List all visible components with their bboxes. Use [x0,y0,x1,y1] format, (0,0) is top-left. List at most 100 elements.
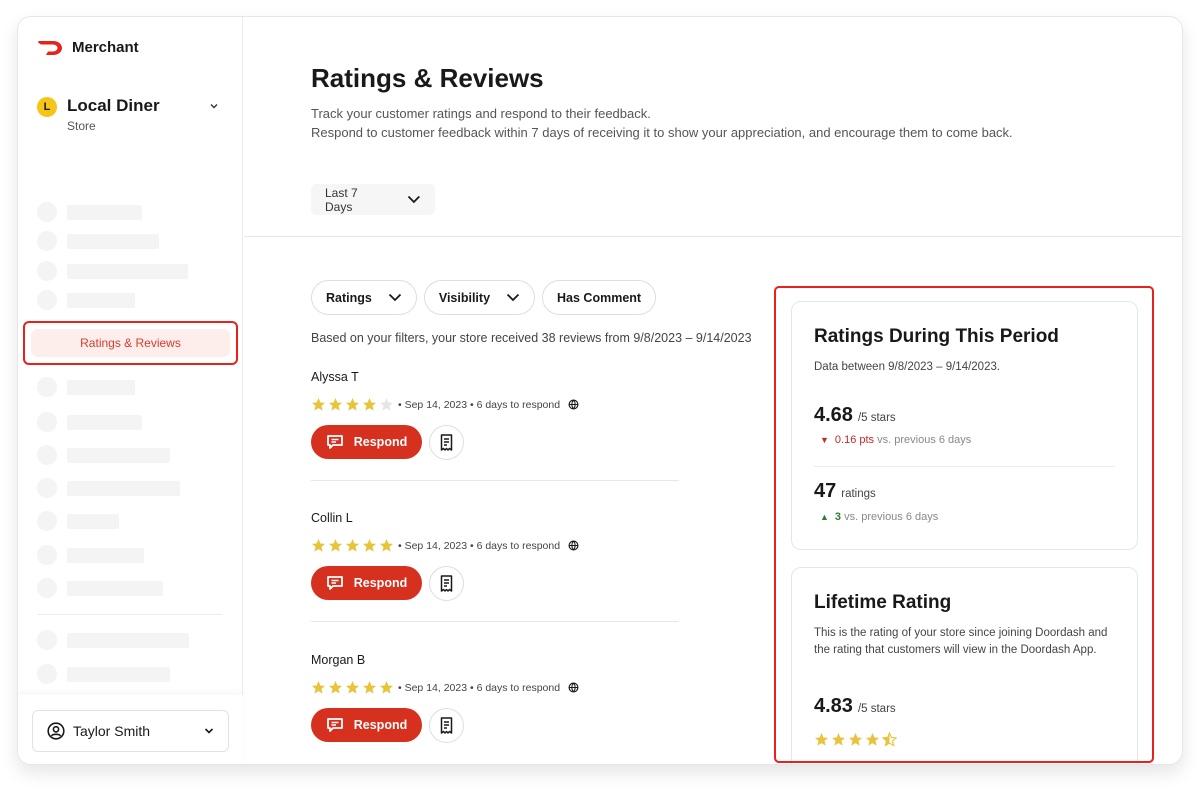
view-order-button[interactable] [429,566,464,601]
chip-label: Visibility [438,290,491,305]
star-filled-icon [328,680,343,694]
placeholder-label [67,205,142,220]
star-rating [311,538,394,553]
respond-button[interactable]: Respond [311,708,422,742]
app-window: Merchant L Local Diner Store Ratings & R… [17,16,1183,765]
user-icon [47,722,65,740]
user-menu-button[interactable]: Taylor Smith [32,710,229,752]
star-filled-icon [311,680,326,694]
globe-icon [568,540,579,551]
main-content: Ratings & Reviews Track your customer ra… [244,17,1182,764]
star-filled-icon [345,680,360,694]
has-comment-filter[interactable]: Has Comment [542,280,657,315]
star-rating [311,397,394,412]
placeholder-label [67,581,163,596]
review-divider [311,480,679,481]
placeholder-label [67,234,159,249]
star-filled-icon [345,397,360,411]
view-order-button[interactable] [429,425,464,460]
placeholder-icon [37,630,57,650]
placeholder-label [67,667,170,682]
star-empty-icon [379,397,394,411]
chevron-down-icon [204,728,214,734]
review-meta: • Sep 14, 2023 • 6 days to respond [398,539,561,552]
placeholder-icon [37,478,57,498]
sidebar-divider [37,614,222,615]
description-line: Respond to customer feedback within 7 da… [311,125,1013,140]
doordash-logo-icon [38,40,62,55]
chevron-down-icon [506,293,520,302]
review-item: Morgan B • Sep 14, 2023 • 6 days to resp… [311,653,679,743]
placeholder-icon [37,511,57,531]
chip-label: Has Comment [557,290,642,305]
review-item: Alyssa T • Sep 14, 2023 • 6 days to resp… [311,370,679,481]
sidebar-footer: Taylor Smith [18,695,243,764]
placeholder-label [67,481,180,496]
brand-name: Merchant [72,39,139,56]
respond-label: Respond [353,718,408,732]
placeholder-label [67,380,135,395]
message-icon [326,718,343,732]
star-filled-icon [362,397,377,411]
placeholder-label [67,633,189,648]
chevron-down-icon [210,104,218,109]
placeholder-icon [37,290,57,310]
placeholder-icon [37,578,57,598]
placeholder-icon [37,377,57,397]
respond-label: Respond [353,435,408,449]
ratings-filter[interactable]: Ratings [311,280,417,315]
star-filled-icon [311,538,326,552]
star-filled-icon [362,680,377,694]
star-filled-icon [362,538,377,552]
placeholder-label [67,264,188,279]
placeholder-label [67,548,144,563]
reviewer-name: Alyssa T [311,370,359,384]
placeholder-icon [37,412,57,432]
header-divider [244,236,1182,237]
placeholder-icon [37,445,57,465]
chevron-down-icon [408,195,421,204]
star-filled-icon [328,538,343,552]
placeholder-icon [37,664,57,684]
placeholder-label [67,415,142,430]
visibility-filter[interactable]: Visibility [423,280,536,315]
store-switcher[interactable]: L Local Diner Store [37,96,222,136]
review-item: Collin L • Sep 14, 2023 • 6 days to resp… [311,511,679,622]
placeholder-icon [37,202,57,222]
page-title: Ratings & Reviews [311,63,544,93]
review-meta: • Sep 14, 2023 • 6 days to respond [398,398,561,411]
description-line: Track your customer ratings and respond … [311,106,651,121]
receipt-icon [440,434,453,451]
message-icon [326,576,343,590]
star-filled-icon [345,538,360,552]
receipt-icon [440,575,453,592]
review-divider [311,621,679,622]
date-range-value: Last 7 Days [325,185,358,214]
filter-bar: Ratings Visibility Has Comment [311,280,657,315]
reviewer-name: Morgan B [311,653,366,667]
review-meta: • Sep 14, 2023 • 6 days to respond [398,681,561,694]
placeholder-label [67,514,119,529]
sidebar-item-ratings-reviews[interactable]: Ratings & Reviews [31,329,230,357]
view-order-button[interactable] [429,708,464,743]
respond-button[interactable]: Respond [311,566,422,600]
chip-label: Ratings [326,290,372,305]
store-type: Store [67,119,96,133]
store-avatar: L [37,97,57,117]
placeholder-label [67,448,170,463]
reviewer-name: Collin L [311,511,353,525]
star-filled-icon [311,397,326,411]
message-icon [326,435,343,449]
receipt-icon [440,717,453,734]
globe-icon [568,399,579,410]
page-description: Track your customer ratings and respond … [311,104,1013,142]
date-range-select[interactable]: Last 7 Days [311,184,435,215]
respond-label: Respond [353,576,408,590]
placeholder-label [67,293,135,308]
reviews-summary: Based on your filters, your store receiv… [311,331,752,345]
brand[interactable]: Merchant [38,39,139,56]
star-filled-icon [379,538,394,552]
globe-icon [568,682,579,693]
chevron-down-icon [388,293,401,302]
respond-button[interactable]: Respond [311,425,422,459]
